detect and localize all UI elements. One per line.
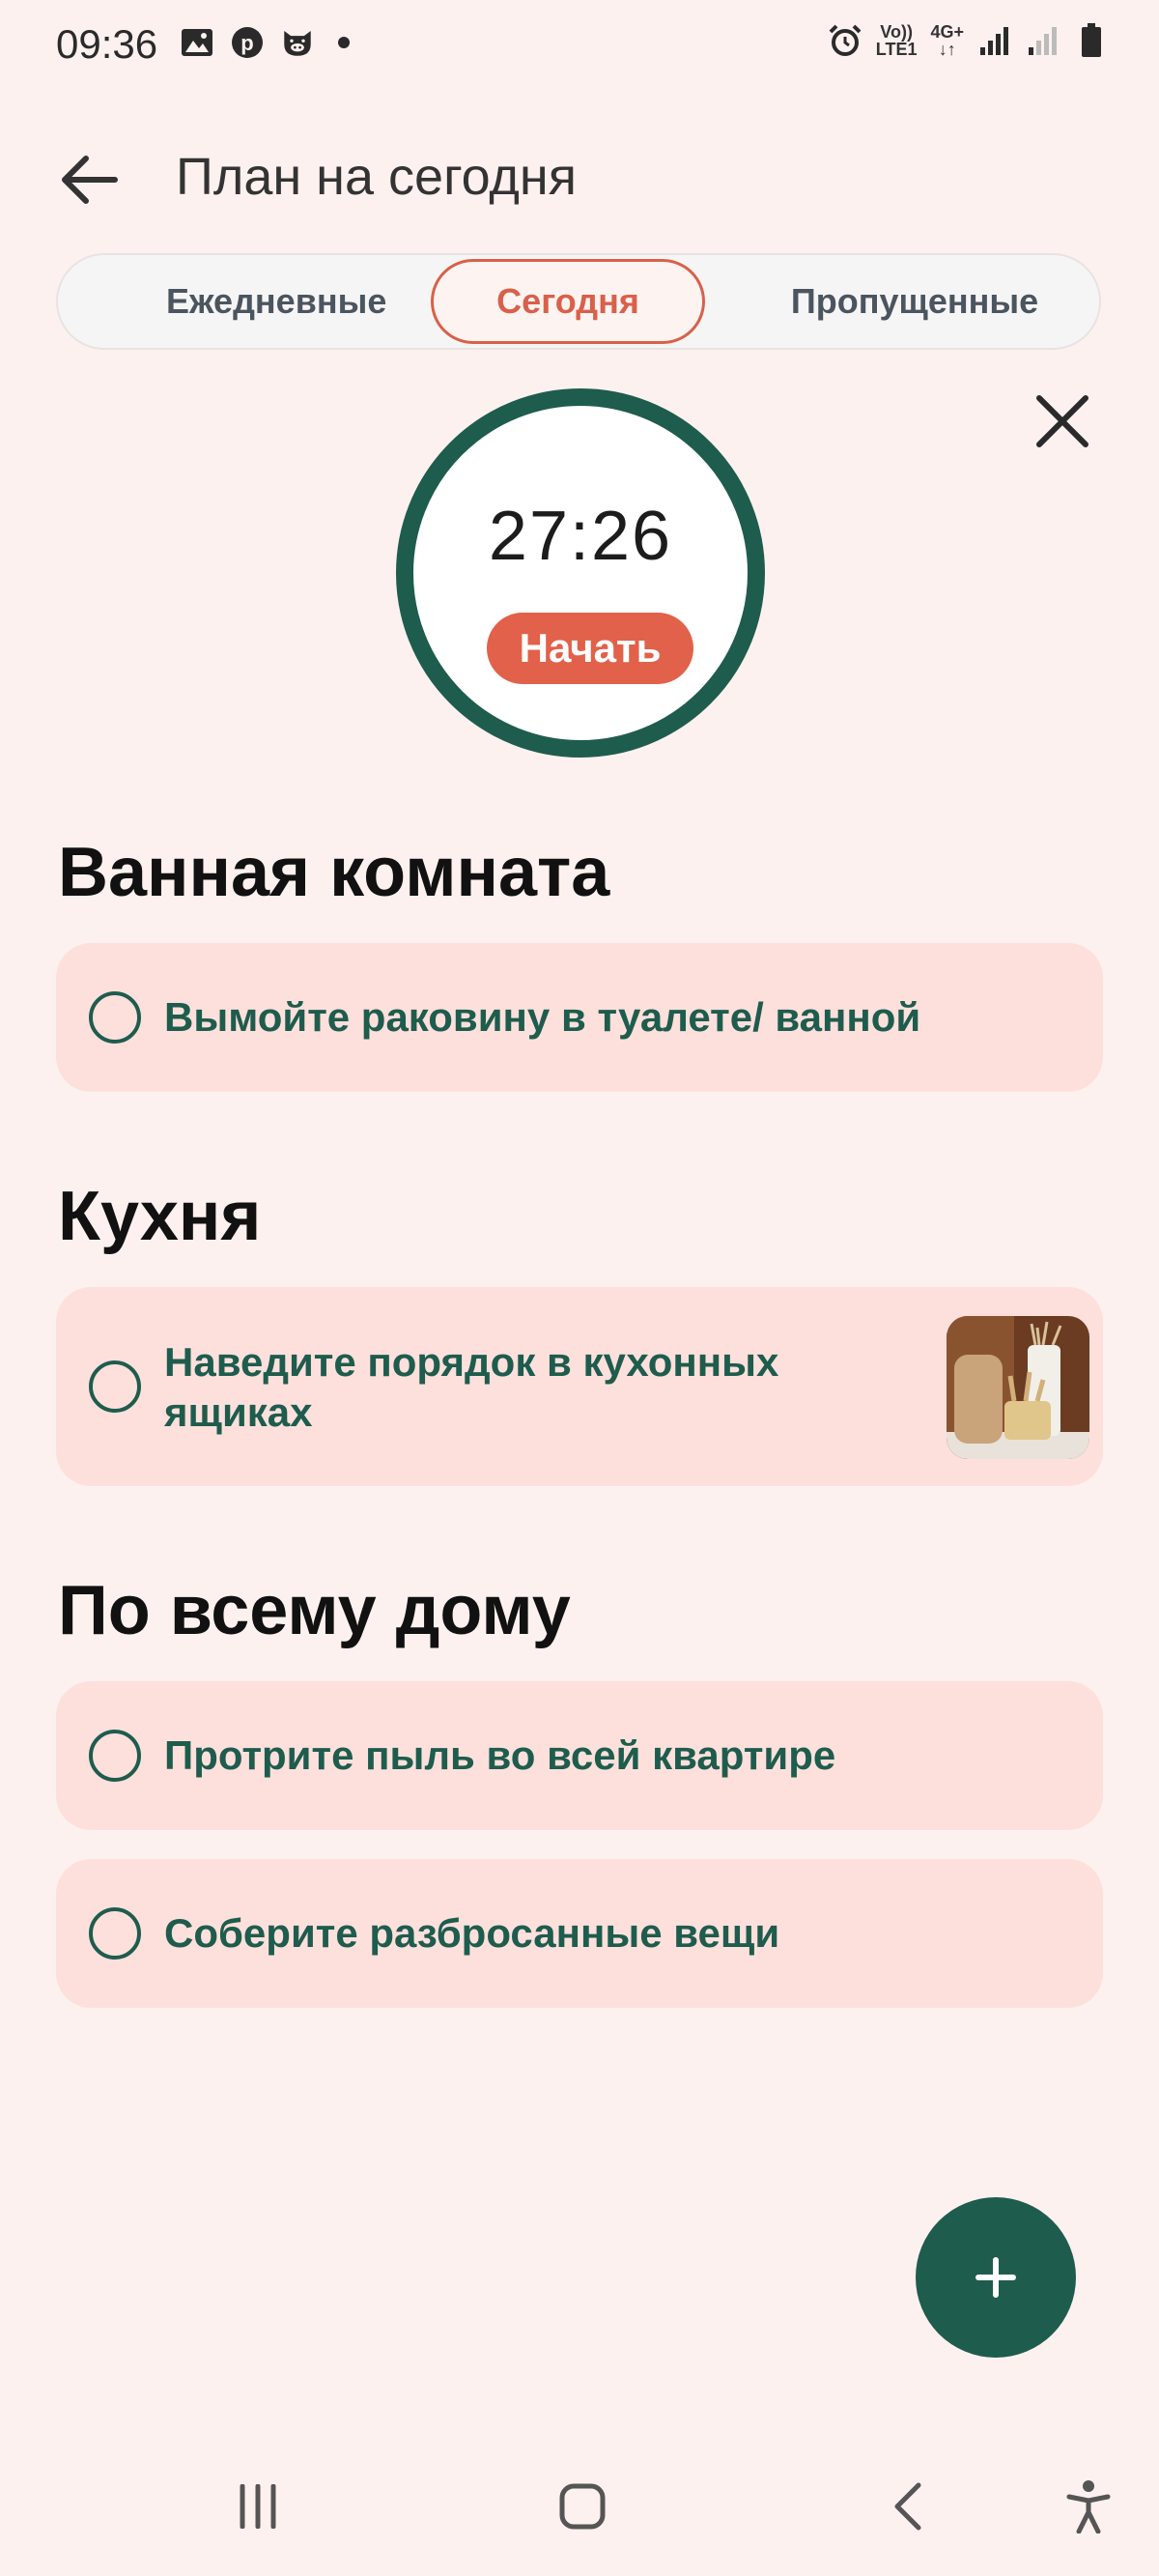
section-title-bathroom: Ванная комната xyxy=(58,834,610,911)
timer: 27:26 Начать xyxy=(396,388,765,758)
dot-icon xyxy=(338,37,350,48)
task-label: Протрите пыль во всей квартире xyxy=(164,1732,836,1778)
4g-icon: 4G+ ↓↑ xyxy=(930,22,964,59)
status-notifications: p xyxy=(180,25,350,60)
app-header: План на сегодня xyxy=(0,126,1159,232)
pinterest-icon: p xyxy=(230,25,265,60)
task-label: Соберите разбросанные вещи xyxy=(164,1910,780,1956)
status-time: 09:36 xyxy=(56,21,158,67)
recent-apps-icon xyxy=(240,2484,276,2529)
volte-icon: Vo)) LTE1 xyxy=(875,22,918,59)
chevron-left-icon xyxy=(894,2482,921,2531)
close-icon xyxy=(1036,395,1088,447)
task-label: Вымойте раковину в туалете/ ванной xyxy=(164,994,921,1040)
accessibility-button[interactable] xyxy=(1045,2468,1132,2545)
add-task-button[interactable] xyxy=(916,2197,1076,2358)
task-checkbox[interactable] xyxy=(89,991,141,1044)
signal-icon xyxy=(977,23,1012,58)
timer-value: 27:26 xyxy=(488,498,673,575)
task-card[interactable]: Вымойте раковину в туалете/ ванной xyxy=(56,943,1103,1092)
tab-today[interactable]: Сегодня xyxy=(431,259,705,344)
section-title-kitchen: Кухня xyxy=(58,1178,262,1255)
back-button[interactable] xyxy=(50,141,127,218)
task-label: Наведите порядок в кухонных ящиках xyxy=(164,1339,779,1435)
recent-apps-button[interactable] xyxy=(214,2468,301,2545)
plus-icon xyxy=(975,2257,1016,2298)
start-button[interactable]: Начать xyxy=(487,613,693,684)
page-title: План на сегодня xyxy=(176,148,577,206)
status-bar: 09:36 p Vo)) LTE1 4G+ ↓↑ xyxy=(0,0,1159,97)
task-card[interactable]: Соберите разбросанные вещи xyxy=(56,1859,1103,2008)
back-nav-button[interactable] xyxy=(863,2468,950,2545)
arrow-left-icon xyxy=(62,156,118,204)
task-card[interactable]: Протрите пыль во всей квартире xyxy=(56,1681,1103,1830)
svg-text:p: p xyxy=(240,31,253,55)
section-title-whole-house: По всему дому xyxy=(58,1572,571,1649)
tab-missed[interactable]: Пропущенные xyxy=(746,259,1084,344)
system-nav-bar xyxy=(0,2454,1159,2561)
pig-icon xyxy=(280,25,315,60)
alarm-icon xyxy=(828,23,862,58)
accessibility-icon xyxy=(1066,2480,1111,2533)
battery-icon xyxy=(1074,23,1109,58)
task-card[interactable]: Наведите порядок в кухонных ящиках xyxy=(56,1287,1103,1486)
home-icon xyxy=(559,2483,606,2530)
task-checkbox[interactable] xyxy=(89,1360,141,1413)
tab-bar: Ежедневные Сегодня Пропущенные xyxy=(56,253,1101,350)
task-thumbnail xyxy=(947,1316,1089,1459)
task-checkbox[interactable] xyxy=(89,1907,141,1960)
image-icon xyxy=(180,25,214,60)
home-button[interactable] xyxy=(539,2468,626,2545)
task-checkbox[interactable] xyxy=(89,1730,141,1782)
status-system-icons: Vo)) LTE1 4G+ ↓↑ xyxy=(828,23,1109,58)
signal-weak-icon xyxy=(1026,23,1060,58)
close-timer-button[interactable] xyxy=(1028,386,1097,456)
